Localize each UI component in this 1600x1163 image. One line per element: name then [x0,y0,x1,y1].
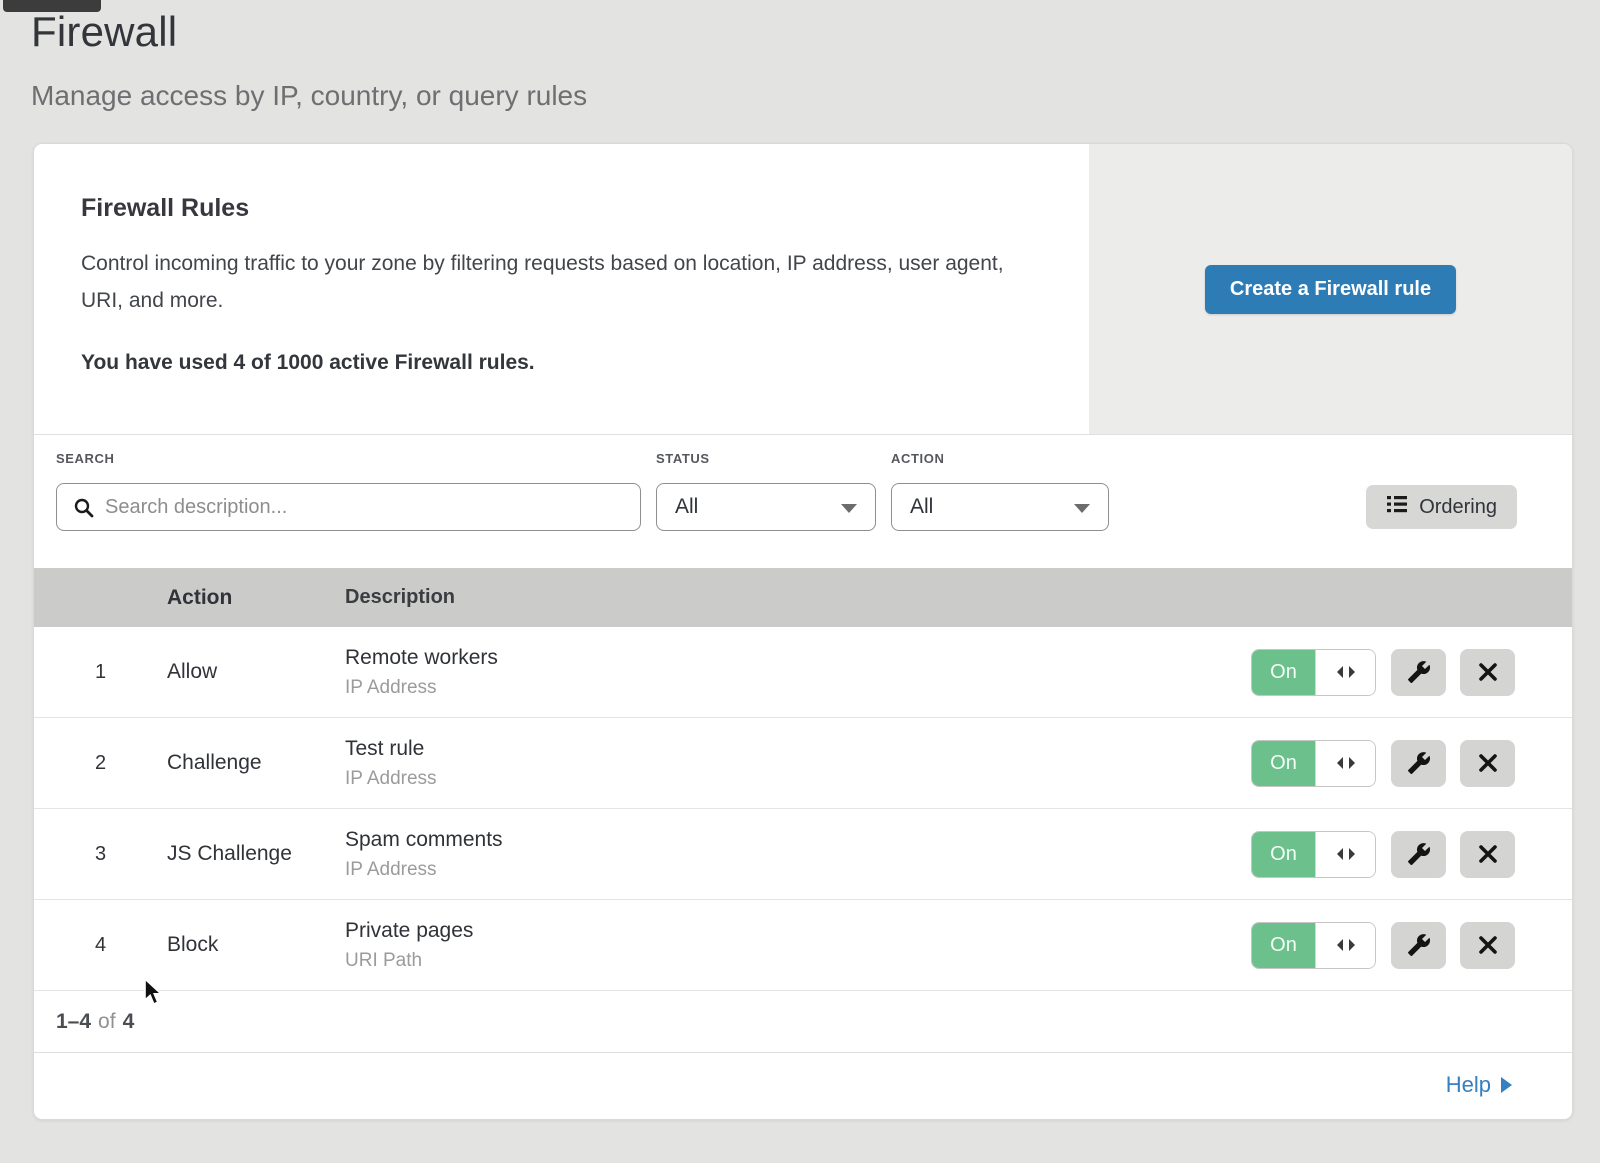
rule-description: Private pages [345,919,1251,943]
left-right-arrows-icon[interactable] [1315,741,1375,786]
table-row: 1 Allow Remote workers IP Address On [34,627,1572,718]
chevron-right-icon [1501,1077,1512,1093]
page-header: Firewall Manage access by IP, country, o… [31,8,587,112]
left-right-arrows-icon[interactable] [1315,832,1375,877]
card-heading: Firewall Rules [81,194,1029,223]
wrench-icon [1407,751,1431,775]
edit-rule-button[interactable] [1391,831,1446,878]
page-title: Firewall [31,8,587,56]
rule-controls: On [1251,831,1515,878]
rule-enabled-toggle[interactable]: On [1251,831,1376,878]
left-right-arrows-icon[interactable] [1315,650,1375,695]
delete-rule-button[interactable] [1460,740,1515,787]
close-icon [1477,661,1499,683]
edit-rule-button[interactable] [1391,740,1446,787]
rule-description-cell: Private pages URI Path [345,919,1251,972]
close-icon [1477,752,1499,774]
rule-priority: 2 [34,752,167,775]
search-icon [73,497,95,524]
ordering-button-label: Ordering [1419,496,1497,519]
action-column-header: Action [167,586,345,610]
action-select[interactable]: All [891,483,1109,531]
panel-footer: Help [34,1053,1572,1117]
firewall-rules-panel: Firewall Rules Control incoming traffic … [33,143,1573,1120]
edit-rule-button[interactable] [1391,649,1446,696]
rule-field-type: IP Address [345,677,1251,699]
filter-bar: SEARCH STATUS All ACTION All Ordering [34,435,1572,568]
pagination-total: 4 [123,1010,135,1034]
rule-description-cell: Test rule IP Address [345,737,1251,790]
delete-rule-button[interactable] [1460,649,1515,696]
rule-enabled-toggle[interactable]: On [1251,740,1376,787]
left-right-arrows-icon[interactable] [1315,923,1375,968]
toggle-on-segment[interactable]: On [1252,650,1315,695]
rule-description-cell: Remote workers IP Address [345,646,1251,699]
chevron-down-icon [841,504,857,513]
rule-field-type: URI Path [345,950,1251,972]
rule-priority: 3 [34,843,167,866]
pagination-range: 1–4 [56,1010,91,1034]
close-icon [1477,934,1499,956]
table-header: Action Description [34,568,1572,627]
firewall-rules-card: Firewall Rules Control incoming traffic … [34,144,1572,435]
chevron-down-icon [1074,504,1090,513]
rule-enabled-toggle[interactable]: On [1251,922,1376,969]
ordering-button[interactable]: Ordering [1366,485,1517,529]
help-link[interactable]: Help [1446,1072,1512,1098]
rule-action: JS Challenge [167,842,345,866]
rule-priority: 4 [34,934,167,957]
rule-field-type: IP Address [345,859,1251,881]
delete-rule-button[interactable] [1460,831,1515,878]
table-row: 3 JS Challenge Spam comments IP Address … [34,809,1572,900]
search-field-wrap [56,483,641,531]
usage-note: You have used 4 of 1000 active Firewall … [81,351,1029,375]
action-selected-value: All [910,495,933,519]
rule-description: Spam comments [345,828,1251,852]
wrench-icon [1407,842,1431,866]
rule-field-type: IP Address [345,768,1251,790]
rule-description: Test rule [345,737,1251,761]
card-description: Control incoming traffic to your zone by… [81,245,1029,319]
create-firewall-rule-button[interactable]: Create a Firewall rule [1205,265,1456,314]
table-row: 2 Challenge Test rule IP Address On [34,718,1572,809]
rule-controls: On [1251,649,1515,696]
wrench-icon [1407,933,1431,957]
table-row: 4 Block Private pages URI Path On [34,900,1572,991]
card-text-area: Firewall Rules Control incoming traffic … [34,144,1089,434]
page-subtitle: Manage access by IP, country, or query r… [31,80,587,112]
edit-rule-button[interactable] [1391,922,1446,969]
rule-enabled-toggle[interactable]: On [1251,649,1376,696]
rule-priority: 1 [34,661,167,684]
search-input[interactable] [57,484,640,530]
close-icon [1477,843,1499,865]
create-rule-area: Create a Firewall rule [1089,144,1572,434]
toggle-on-segment[interactable]: On [1252,923,1315,968]
rule-action: Allow [167,660,345,684]
action-label: ACTION [891,451,944,466]
toggle-on-segment[interactable]: On [1252,832,1315,877]
rule-description: Remote workers [345,646,1251,670]
rule-description-cell: Spam comments IP Address [345,828,1251,881]
rule-action: Challenge [167,751,345,775]
toggle-on-segment[interactable]: On [1252,741,1315,786]
rule-controls: On [1251,740,1515,787]
wrench-icon [1407,660,1431,684]
status-label: STATUS [656,451,710,466]
rule-action: Block [167,933,345,957]
ordered-list-icon [1386,494,1408,520]
status-selected-value: All [675,495,698,519]
help-link-label: Help [1446,1072,1491,1098]
description-column-header: Description [345,586,1572,609]
pagination-of: of [98,1010,116,1034]
rule-controls: On [1251,922,1515,969]
delete-rule-button[interactable] [1460,922,1515,969]
pagination-summary: 1–4 of 4 [34,991,1572,1053]
search-label: SEARCH [56,451,115,466]
status-select[interactable]: All [656,483,876,531]
